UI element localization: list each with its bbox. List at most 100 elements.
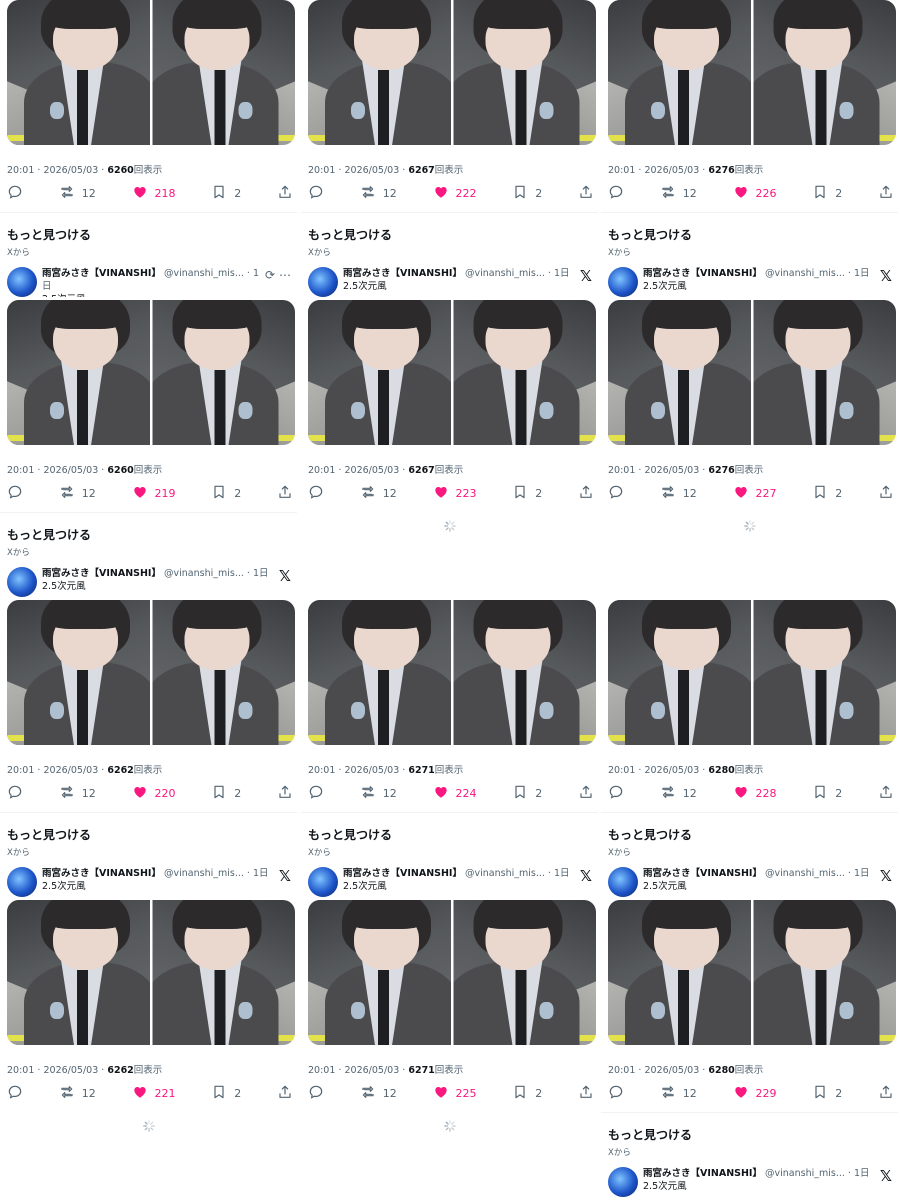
share-button[interactable] <box>578 484 594 503</box>
tweet-media[interactable] <box>608 300 896 445</box>
retweet-button[interactable]: 12 <box>360 484 397 503</box>
tweet-photo[interactable] <box>7 0 150 145</box>
reply-button[interactable] <box>608 484 624 503</box>
suggested-tweet-author[interactable]: 雨宮みさき【VINANSHI】 @vinanshi_mis... · 1日 2.… <box>608 267 892 297</box>
suggested-tweet-author[interactable]: 雨宮みさき【VINANSHI】 @vinanshi_mis... · 1日 2.… <box>608 1167 892 1197</box>
tweet-photo[interactable] <box>308 600 451 745</box>
like-button[interactable]: 224 <box>433 784 477 803</box>
retweet-button[interactable]: 12 <box>660 184 697 203</box>
reply-button[interactable] <box>7 784 23 803</box>
tweet-timestamp[interactable]: 20:01 · 2026/05/03 · 6260回表示 <box>7 462 162 476</box>
tweet-timestamp[interactable]: 20:01 · 2026/05/03 · 6271回表示 <box>308 1062 463 1076</box>
retweet-button[interactable]: 12 <box>59 484 96 503</box>
retweet-button[interactable]: 12 <box>660 784 697 803</box>
tweet-photo[interactable] <box>453 600 596 745</box>
reply-button[interactable] <box>308 184 324 203</box>
bookmark-button[interactable]: 2 <box>812 784 842 803</box>
tweet-photo[interactable] <box>753 0 896 145</box>
share-button[interactable] <box>277 184 293 203</box>
tweet-media[interactable] <box>7 0 295 145</box>
bookmark-button[interactable]: 2 <box>211 484 241 503</box>
like-button[interactable]: 229 <box>733 1084 777 1103</box>
bookmark-button[interactable]: 2 <box>512 1084 542 1103</box>
grok-icon[interactable]: ⟳ <box>265 267 275 297</box>
reply-button[interactable] <box>7 1084 23 1103</box>
retweet-button[interactable]: 12 <box>360 784 397 803</box>
tweet-media[interactable] <box>7 600 295 745</box>
author-name[interactable]: 雨宮みさき【VINANSHI】 <box>643 268 762 279</box>
tweet-photo[interactable] <box>7 300 150 445</box>
tweet-media[interactable] <box>608 900 896 1045</box>
tweet-timestamp[interactable]: 20:01 · 2026/05/03 · 6271回表示 <box>308 762 463 776</box>
bookmark-button[interactable]: 2 <box>512 784 542 803</box>
tweet-photo[interactable] <box>608 300 751 445</box>
avatar[interactable] <box>308 267 338 297</box>
avatar[interactable] <box>7 867 37 897</box>
bookmark-button[interactable]: 2 <box>812 1084 842 1103</box>
retweet-button[interactable]: 12 <box>59 184 96 203</box>
tweet-media[interactable] <box>608 600 896 745</box>
share-button[interactable] <box>578 184 594 203</box>
tweet-media[interactable] <box>308 600 596 745</box>
tweet-photo[interactable] <box>753 900 896 1045</box>
reply-button[interactable] <box>308 1084 324 1103</box>
bookmark-button[interactable]: 2 <box>512 484 542 503</box>
retweet-button[interactable]: 12 <box>59 784 96 803</box>
retweet-button[interactable]: 12 <box>660 1084 697 1103</box>
author-handle[interactable]: @vinanshi_mis... <box>465 868 545 879</box>
author-handle[interactable]: @vinanshi_mis... <box>164 268 244 279</box>
reply-button[interactable] <box>608 184 624 203</box>
avatar[interactable] <box>308 867 338 897</box>
tweet-photo[interactable] <box>152 0 295 145</box>
like-button[interactable]: 220 <box>132 784 176 803</box>
tweet-photo[interactable] <box>453 0 596 145</box>
tweet-timestamp[interactable]: 20:01 · 2026/05/03 · 6276回表示 <box>608 462 763 476</box>
author-handle[interactable]: @vinanshi_mis... <box>765 868 845 879</box>
tweet-timestamp[interactable]: 20:01 · 2026/05/03 · 6280回表示 <box>608 1062 763 1076</box>
author-name[interactable]: 雨宮みさき【VINANSHI】 <box>643 1168 762 1179</box>
tweet-photo[interactable] <box>453 300 596 445</box>
author-handle[interactable]: @vinanshi_mis... <box>765 1168 845 1179</box>
reply-button[interactable] <box>7 184 23 203</box>
retweet-button[interactable]: 12 <box>360 1084 397 1103</box>
tweet-media[interactable] <box>308 300 596 445</box>
share-button[interactable] <box>878 784 894 803</box>
share-button[interactable] <box>878 184 894 203</box>
share-button[interactable] <box>878 484 894 503</box>
bookmark-button[interactable]: 2 <box>211 1084 241 1103</box>
avatar[interactable] <box>608 867 638 897</box>
like-button[interactable]: 219 <box>132 484 176 503</box>
tweet-photo[interactable] <box>7 900 150 1045</box>
share-button[interactable] <box>277 484 293 503</box>
author-handle[interactable]: @vinanshi_mis... <box>164 568 244 579</box>
suggested-tweet-author[interactable]: 雨宮みさき【VINANSHI】 @vinanshi_mis... · 1日 2.… <box>608 867 892 897</box>
tweet-timestamp[interactable]: 20:01 · 2026/05/03 · 6262回表示 <box>7 762 162 776</box>
tweet-media[interactable] <box>7 900 295 1045</box>
suggested-tweet-author[interactable]: 雨宮みさき【VINANSHI】 @vinanshi_mis... · 1日 2.… <box>7 867 291 897</box>
avatar[interactable] <box>7 567 37 597</box>
author-handle[interactable]: @vinanshi_mis... <box>164 868 244 879</box>
retweet-button[interactable]: 12 <box>360 184 397 203</box>
suggested-tweet-author[interactable]: 雨宮みさき【VINANSHI】 @vinanshi_mis... · 1日 2.… <box>7 567 291 597</box>
suggested-tweet-author[interactable]: 雨宮みさき【VINANSHI】 @vinanshi_mis... · 1日 2.… <box>308 267 592 297</box>
avatar[interactable] <box>7 267 37 297</box>
like-button[interactable]: 225 <box>433 1084 477 1103</box>
reply-button[interactable] <box>608 1084 624 1103</box>
reply-button[interactable] <box>608 784 624 803</box>
retweet-button[interactable]: 12 <box>59 1084 96 1103</box>
reply-button[interactable] <box>7 484 23 503</box>
tweet-timestamp[interactable]: 20:01 · 2026/05/03 · 6280回表示 <box>608 762 763 776</box>
suggested-tweet-author[interactable]: 雨宮みさき【VINANSHI】 @vinanshi_mis... · 1日 2.… <box>308 867 592 897</box>
more-icon[interactable]: ⋯ <box>279 267 291 297</box>
share-button[interactable] <box>578 1084 594 1103</box>
tweet-media[interactable] <box>308 0 596 145</box>
tweet-media[interactable] <box>308 900 596 1045</box>
share-button[interactable] <box>878 1084 894 1103</box>
share-button[interactable] <box>277 784 293 803</box>
tweet-photo[interactable] <box>608 0 751 145</box>
author-handle[interactable]: @vinanshi_mis... <box>465 268 545 279</box>
bookmark-button[interactable]: 2 <box>812 184 842 203</box>
reply-button[interactable] <box>308 784 324 803</box>
bookmark-button[interactable]: 2 <box>812 484 842 503</box>
tweet-timestamp[interactable]: 20:01 · 2026/05/03 · 6262回表示 <box>7 1062 162 1076</box>
